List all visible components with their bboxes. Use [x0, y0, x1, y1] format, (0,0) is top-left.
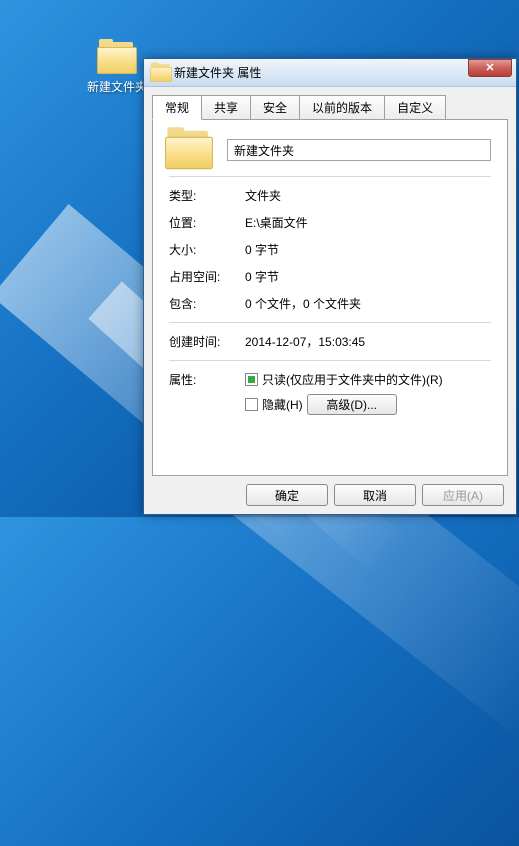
- folder-icon: [165, 131, 213, 169]
- close-button[interactable]: ✕: [468, 59, 512, 77]
- disk-value: 0 字节: [245, 268, 491, 285]
- location-value: E:\桌面文件: [245, 214, 491, 231]
- dialog-title: 新建文件夹 属性: [174, 64, 468, 81]
- advanced-button[interactable]: 高级(D)...: [307, 394, 397, 415]
- ok-button[interactable]: 确定: [246, 484, 328, 506]
- tab-general[interactable]: 常规: [152, 95, 202, 120]
- type-label: 类型:: [169, 187, 245, 204]
- location-label: 位置:: [169, 214, 245, 231]
- separator: [169, 322, 491, 323]
- titlebar[interactable]: 新建文件夹 属性 ✕: [144, 59, 516, 87]
- size-value: 0 字节: [245, 241, 491, 258]
- apply-button[interactable]: 应用(A): [422, 484, 504, 506]
- readonly-label: 只读(仅应用于文件夹中的文件)(R): [262, 371, 443, 388]
- folder-name-input[interactable]: [227, 139, 491, 161]
- size-label: 大小:: [169, 241, 245, 258]
- dialog-body: 常规 共享 安全 以前的版本 自定义 类型: 文件夹 位置: E:\桌面文件: [144, 87, 516, 514]
- readonly-checkbox[interactable]: [245, 373, 258, 386]
- tab-panel-general: 类型: 文件夹 位置: E:\桌面文件 大小: 0 字节 占用空间: 0 字节 …: [152, 119, 508, 476]
- properties-dialog: 新建文件夹 属性 ✕ 常规 共享 安全 以前的版本 自定义 类型: 文件夹: [143, 58, 517, 515]
- disk-label: 占用空间:: [169, 268, 245, 285]
- hidden-label: 隐藏(H): [262, 396, 303, 413]
- created-label: 创建时间:: [169, 333, 245, 350]
- tab-customize[interactable]: 自定义: [384, 95, 446, 120]
- separator: [169, 360, 491, 361]
- created-value: 2014-12-07，15:03:45: [245, 333, 491, 350]
- folder-icon: [97, 42, 137, 74]
- contains-value: 0 个文件，0 个文件夹: [245, 295, 491, 312]
- tab-previous-versions[interactable]: 以前的版本: [299, 95, 385, 120]
- type-value: 文件夹: [245, 187, 491, 204]
- close-icon: ✕: [485, 61, 494, 74]
- cancel-button[interactable]: 取消: [334, 484, 416, 506]
- folder-icon: [150, 64, 163, 82]
- tab-security[interactable]: 安全: [250, 95, 300, 120]
- tabstrip: 常规 共享 安全 以前的版本 自定义: [152, 95, 508, 120]
- contains-label: 包含:: [169, 295, 245, 312]
- dialog-button-row: 确定 取消 应用(A): [152, 476, 508, 508]
- hidden-checkbox[interactable]: [245, 398, 258, 411]
- attributes-label: 属性:: [169, 371, 245, 388]
- separator: [169, 176, 491, 177]
- tab-sharing[interactable]: 共享: [201, 95, 251, 120]
